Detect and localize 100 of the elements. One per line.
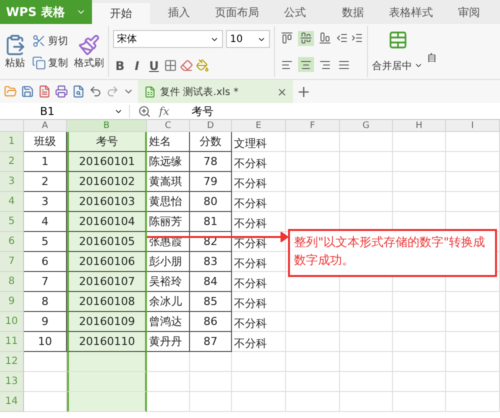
vertical-align-button[interactable] (298, 30, 314, 46)
table-cell: 83 (190, 252, 232, 272)
column-header[interactable]: G (340, 120, 393, 132)
paste-button[interactable]: 粘贴 (5, 56, 25, 70)
borders-icon[interactable] (164, 59, 177, 72)
fill-color-icon[interactable] (196, 59, 209, 72)
undo-icon[interactable] (89, 85, 102, 98)
row-header[interactable]: 13 (0, 372, 24, 392)
document-tab[interactable]: 复件 测试表.xls * × (138, 80, 293, 103)
search-icon[interactable] (138, 104, 151, 118)
font-size-select[interactable]: 10 (226, 30, 270, 48)
format-painter-icon[interactable] (78, 34, 100, 56)
table-cell: 10 (24, 332, 67, 352)
vertical-align-button[interactable] (317, 30, 333, 46)
table-cell: 20160110 (67, 332, 147, 352)
table-cell: 不分科 (232, 272, 286, 292)
table-cell: 79 (190, 172, 232, 192)
column-header[interactable]: D (190, 120, 232, 132)
table-cell: 5 (24, 232, 67, 252)
table-cell: 6 (24, 252, 67, 272)
table-cell: 余冰儿 (147, 292, 190, 312)
table-cell: 20160109 (67, 312, 147, 332)
row-header[interactable]: 7 (0, 252, 24, 272)
merge-center-icon[interactable] (388, 30, 408, 50)
table-cell: 80 (190, 192, 232, 212)
row-header[interactable]: 6 (0, 232, 24, 252)
font-name-select[interactable]: 宋体 (113, 30, 223, 48)
table-cell: 85 (190, 292, 232, 312)
column-header[interactable]: F (286, 120, 340, 132)
vertical-align-button[interactable] (279, 30, 295, 46)
row-header[interactable]: 1 (0, 132, 24, 152)
table-cell: 86 (190, 312, 232, 332)
underline-button[interactable]: U (147, 58, 161, 73)
table-cell: 20160102 (67, 172, 147, 192)
table-cell: 3 (24, 192, 67, 212)
annotation-callout: 整列"以文本形式存储的数字"转换成数字成功。 (288, 229, 497, 277)
scissors-icon (32, 34, 46, 48)
table-cell: 8 (24, 292, 67, 312)
table-cell: 4 (24, 212, 67, 232)
copy-button[interactable]: 复制 (32, 56, 68, 70)
ribbon-tab[interactable]: 插入 (150, 0, 208, 24)
italic-button[interactable]: I (130, 58, 144, 73)
row-header[interactable]: 10 (0, 312, 24, 332)
row-header[interactable]: 5 (0, 212, 24, 232)
print-preview-icon[interactable] (72, 85, 85, 98)
row-header[interactable]: 8 (0, 272, 24, 292)
ribbon-tab[interactable]: 审阅 (440, 0, 498, 24)
formula-input[interactable]: 考号 (181, 104, 500, 118)
ribbon-label[interactable]: 自 (427, 51, 437, 65)
indent-increase-icon[interactable] (351, 32, 363, 44)
column-header[interactable]: I (446, 120, 500, 132)
format-painter-button[interactable]: 格式刷 (74, 56, 104, 70)
row-header[interactable]: 3 (0, 172, 24, 192)
table-cell: 20160101 (67, 152, 147, 172)
paste-icon[interactable] (4, 34, 26, 56)
table-cell: 20160107 (67, 272, 147, 292)
app-logo[interactable]: WPS 表格 (0, 0, 92, 24)
table-cell: 陈丽芳 (147, 212, 190, 232)
row-header[interactable]: 12 (0, 352, 24, 372)
cut-button[interactable]: 剪切 (32, 34, 68, 48)
row-header[interactable]: 4 (0, 192, 24, 212)
printer-icon[interactable] (55, 85, 68, 98)
column-header[interactable]: B (67, 120, 147, 132)
ribbon-tab[interactable]: 表格样式 (382, 0, 440, 24)
column-header[interactable]: H (393, 120, 446, 132)
table-cell: 78 (190, 152, 232, 172)
ribbon-tab[interactable]: 页面布局 (208, 0, 266, 24)
table-cell: 不分科 (232, 292, 286, 312)
spreadsheet-file-icon (144, 86, 156, 98)
close-tab-button[interactable]: × (276, 84, 287, 98)
name-box[interactable]: B1 (0, 104, 130, 118)
document-icon[interactable] (38, 85, 51, 98)
table-cell: 不分科 (232, 212, 286, 232)
row-header[interactable]: 2 (0, 152, 24, 172)
ribbon-tab[interactable]: 数据 (324, 0, 382, 24)
ribbon-tab[interactable]: 公式 (266, 0, 324, 24)
clear-format-icon[interactable] (180, 59, 193, 72)
function-button[interactable]: fx (159, 104, 170, 118)
table-cell: 考号 (67, 132, 147, 152)
indent-decrease-icon[interactable] (336, 32, 348, 44)
table-cell: 黄嵩琪 (147, 172, 190, 192)
ribbon-tab[interactable]: 开始 (92, 3, 150, 24)
row-header[interactable]: 9 (0, 292, 24, 312)
table-cell: 陈远缘 (147, 152, 190, 172)
save-icon[interactable] (21, 85, 34, 98)
table-cell: 不分科 (232, 312, 286, 332)
column-header[interactable]: A (24, 120, 67, 132)
column-header[interactable]: C (147, 120, 190, 132)
merge-center-button[interactable]: 合并居中 (372, 58, 423, 73)
bold-button[interactable]: B (113, 58, 127, 73)
table-cell: 7 (24, 272, 67, 292)
table-cell: 曾鸿达 (147, 312, 190, 332)
row-header[interactable]: 14 (0, 392, 24, 412)
table-cell: 不分科 (232, 172, 286, 192)
row-header[interactable]: 11 (0, 332, 24, 352)
table-cell: 黄丹丹 (147, 332, 190, 352)
horizontal-align-button[interactable] (298, 57, 314, 72)
table-cell: 分数 (190, 132, 232, 152)
new-tab-button[interactable]: + (297, 82, 310, 101)
column-header[interactable]: E (232, 120, 286, 132)
